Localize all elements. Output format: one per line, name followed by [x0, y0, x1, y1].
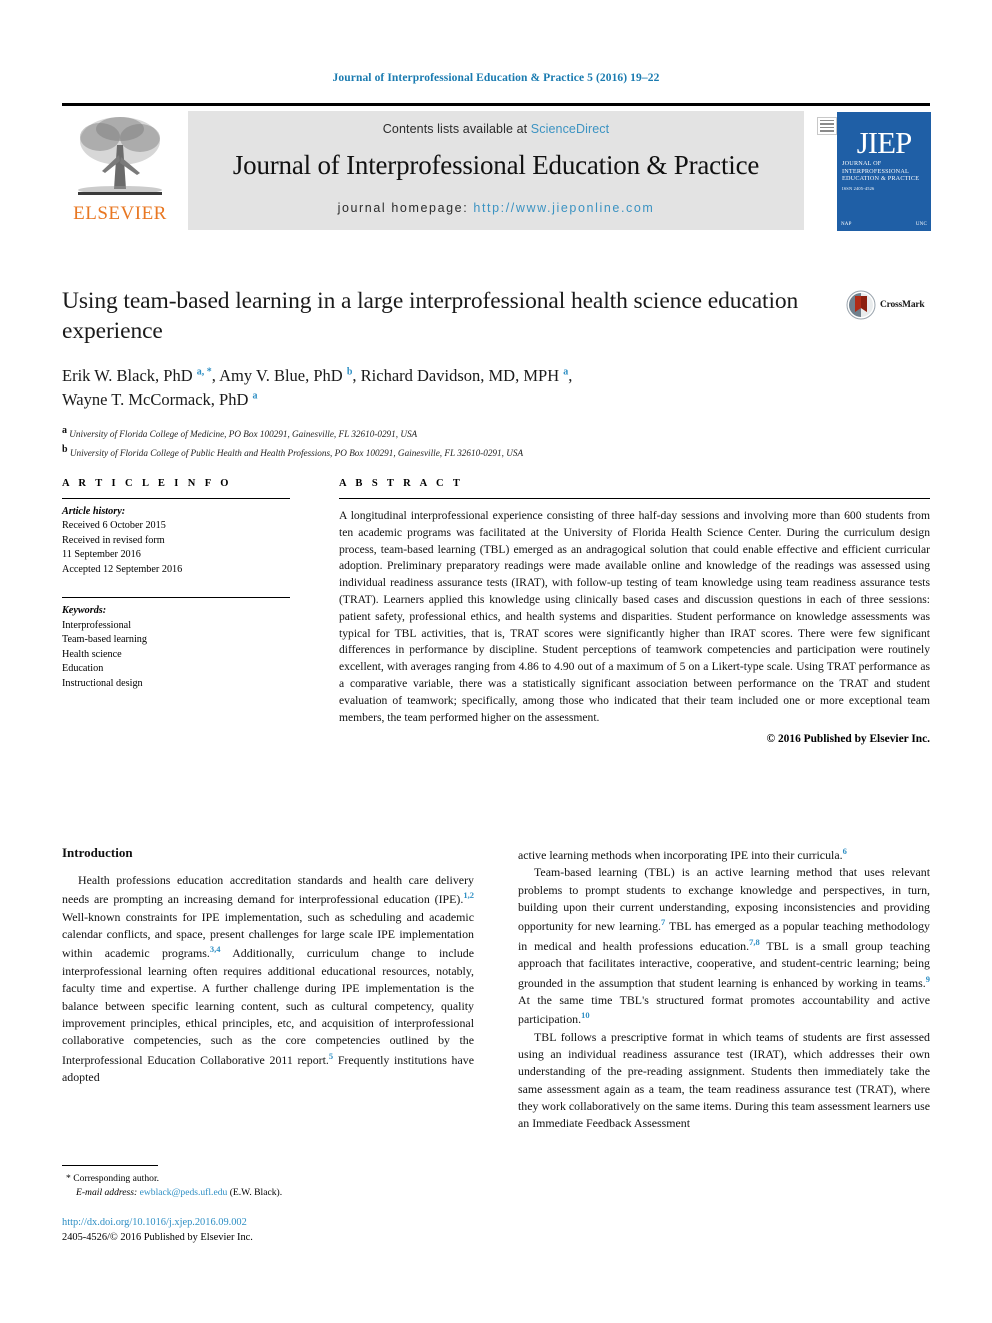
body-columns: Introduction Health professions educatio…: [62, 845, 930, 1265]
body-paragraphs-right: active learning methods when incorporati…: [518, 845, 930, 1133]
abstract-heading: A B S T R A C T: [339, 478, 464, 489]
keyword-2: Health science: [62, 648, 122, 660]
title-block: Using team-based learning in a large int…: [62, 286, 930, 461]
email-link[interactable]: ewblack@peds.ufl.edu: [140, 1187, 228, 1198]
affiliation-b-marker: b: [62, 444, 68, 456]
jiep-cover-image: JIEP Journal of Interprofessional Educat…: [814, 111, 932, 232]
right-text-a: active learning methods when incorporati…: [518, 847, 843, 862]
crossmark-label: CrossMark: [880, 300, 925, 310]
article-first-page: Journal of Interprofessional Education &…: [0, 0, 992, 1323]
citation-ref-3-4[interactable]: 3,4: [210, 944, 221, 954]
keywords-section: Keywords: Interprofessional Team-based l…: [62, 604, 290, 691]
abstract-rule: [339, 498, 930, 499]
journal-homepage-line: journal homepage: http://www.jieponline.…: [188, 181, 804, 215]
keywords-rule: [62, 597, 290, 599]
keywords-label: Keywords:: [62, 605, 107, 617]
jiep-wordmark: JIEP: [856, 125, 913, 160]
intro-text-a: Health professions education accreditati…: [62, 873, 474, 907]
corresponding-author-note: * Corresponding author.: [62, 1172, 474, 1186]
article-info-heading: A R T I C L E I N F O: [62, 478, 232, 489]
jiep-badge-row: NAP UNC: [837, 222, 931, 228]
footnote-rule: [62, 1165, 158, 1166]
doi-link[interactable]: http://dx.doi.org/10.1016/j.xjep.2016.09…: [62, 1215, 482, 1230]
elsevier-wordmark: ELSEVIER: [73, 203, 167, 224]
jiep-subtitle: Journal of Interprofessional Education &…: [842, 160, 920, 183]
masthead-top-rule: [62, 103, 930, 106]
jiep-nap-badge: NAP: [841, 221, 852, 227]
affiliation-a-text: University of Florida College of Medicin…: [69, 429, 418, 440]
abstract-copyright: © 2016 Published by Elsevier Inc.: [766, 733, 930, 746]
keyword-0: Interprofessional: [62, 619, 132, 631]
email-note: E-mail address: ewblack@peds.ufl.edu (E.…: [62, 1186, 474, 1200]
citation-ref-6[interactable]: 6: [843, 846, 847, 856]
citation-ref-10[interactable]: 10: [581, 1010, 590, 1020]
history-line-2: 11 September 2016: [62, 549, 141, 561]
jiep-stamp-icon: [817, 117, 837, 135]
sciencedirect-link[interactable]: ScienceDirect: [531, 122, 609, 136]
journal-homepage-link[interactable]: http://www.jieponline.com: [473, 201, 654, 215]
jiep-issn: ISSN 2405-4526: [842, 185, 875, 191]
affiliation-b-text: University of Florida College of Public …: [69, 448, 524, 459]
article-history-label: Article history:: [62, 506, 126, 517]
crossmark-icon: [846, 290, 876, 320]
paragraph: Team-based learning (TBL) is an active l…: [518, 864, 930, 1028]
author-1: Erik W. Black, PhD: [62, 366, 197, 386]
history-line-3: Accepted 12 September 2016: [62, 563, 183, 575]
author-separator-1: , Amy V. Blue, PhD: [211, 366, 347, 386]
journal-title: Journal of Interprofessional Education &…: [232, 150, 760, 180]
sciencedirect-band: Contents lists available at ScienceDirec…: [188, 111, 804, 230]
author-separator-3: ,: [568, 366, 573, 386]
citation-ref-9[interactable]: 9: [926, 974, 930, 984]
history-line-1: Received in revised form: [62, 534, 165, 546]
email-owner: (E.W. Black).: [229, 1187, 283, 1199]
homepage-label: journal homepage:: [337, 201, 474, 215]
contents-lists-prefix: Contents lists available at: [382, 122, 531, 136]
imprint-block: http://dx.doi.org/10.1016/j.xjep.2016.09…: [62, 1215, 482, 1245]
history-line-0: Received 6 October 2015: [62, 520, 166, 532]
keyword-4: Instructional design: [62, 677, 143, 689]
section-heading-introduction: Introduction: [62, 845, 133, 860]
paragraph: active learning methods when incorporati…: [518, 845, 930, 864]
page-title: Using team-based learning in a large int…: [62, 288, 799, 345]
crossmark-badge[interactable]: CrossMark: [846, 288, 930, 322]
footnote-block: * Corresponding author. E-mail address: …: [62, 1165, 474, 1201]
elsevier-logo: ELSEVIER: [62, 111, 178, 229]
abstract-text: A longitudinal interprofessional experie…: [339, 509, 930, 724]
citation-ref-7-8[interactable]: 7,8: [749, 937, 760, 947]
article-history: Article history: Received 6 October 2015…: [62, 505, 290, 577]
author-4: Wayne T. McCormack, PhD: [62, 389, 253, 409]
body-column-left: Introduction Health professions educatio…: [62, 845, 474, 1086]
author-1-affiliation-marker[interactable]: a, *: [197, 367, 212, 378]
corresponding-author-label: Corresponding author.: [73, 1173, 160, 1184]
abstract-column: A B S T R A C T A longitudinal interprof…: [339, 478, 930, 745]
author-separator-2: , Richard Davidson, MD, MPH: [352, 366, 564, 386]
keyword-3: Education: [62, 663, 104, 675]
jiep-unc-badge: UNC: [915, 221, 927, 227]
tbl-text-d: At the same time TBL's structured format…: [518, 992, 930, 1027]
author-4-affiliation-marker[interactable]: a: [253, 390, 258, 401]
paragraph: Health professions education accreditati…: [62, 872, 474, 1086]
affiliation-a-marker: a: [62, 425, 67, 436]
email-label: E-mail address:: [76, 1187, 138, 1199]
intro-paragraph-left: Health professions education accreditati…: [62, 872, 474, 1086]
journal-masthead: ELSEVIER Contents lists available at Sci…: [62, 103, 932, 232]
keyword-1: Team-based learning: [62, 634, 147, 646]
jiep-cover-panel: JIEP Journal of Interprofessional Educat…: [837, 112, 931, 231]
affiliation-a: a University of Florida College of Medic…: [62, 423, 930, 442]
article-info-rule: [62, 498, 290, 499]
body-column-right: active learning methods when incorporati…: [518, 845, 930, 1133]
issn-copyright-line: 2405-4526/© 2016 Published by Elsevier I…: [62, 1232, 253, 1244]
author-list: Erik W. Black, PhD a, *, Amy V. Blue, Ph…: [62, 364, 862, 411]
affiliation-b: b University of Florida College of Publi…: [62, 442, 930, 461]
contents-lists-line: Contents lists available at ScienceDirec…: [188, 111, 804, 136]
affiliation-list: a University of Florida College of Medic…: [62, 423, 930, 461]
paragraph: TBL follows a prescriptive format in whi…: [518, 1029, 930, 1131]
citation-ref-1-2[interactable]: 1,2: [463, 890, 474, 900]
corresponding-author-marker: *: [66, 1173, 71, 1184]
running-head: Journal of Interprofessional Education &…: [332, 72, 660, 84]
intro-text-c: Additionally, curriculum change to inclu…: [62, 946, 474, 1067]
article-info-column: A R T I C L E I N F O Article history: R…: [62, 478, 290, 691]
elsevier-tree-icon: [78, 117, 162, 195]
